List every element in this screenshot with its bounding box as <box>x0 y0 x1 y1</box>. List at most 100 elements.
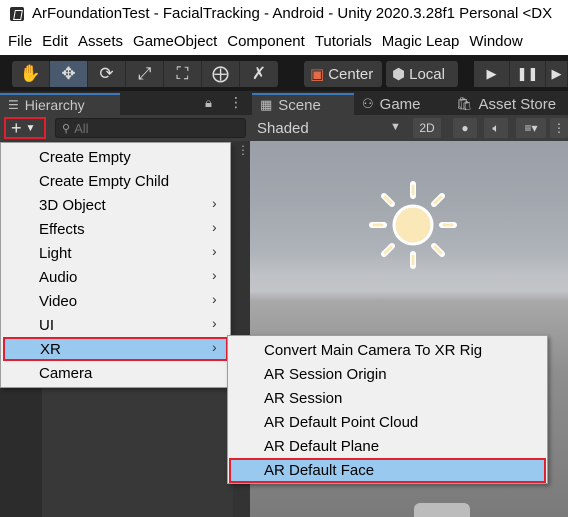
menu-item-label: 3D Object <box>39 196 106 214</box>
chevron-right-icon: › <box>212 243 217 259</box>
scene-object[interactable] <box>414 503 470 517</box>
menu-item-label: AR Session Origin <box>264 365 387 383</box>
menu-item-xr[interactable]: XR › <box>3 337 228 361</box>
menu-tutorials[interactable]: Tutorials <box>315 33 372 50</box>
chevron-right-icon: › <box>212 267 217 283</box>
add-object-button[interactable]: + ▼ <box>4 117 46 139</box>
tab-hierarchy[interactable]: ☰ Hierarchy <box>0 93 120 115</box>
scene-toolbar: Shaded ▼ 2D ● 🔈︎ ≡▾ ⋮ <box>250 115 568 141</box>
effects-icon[interactable]: ≡▾ <box>516 118 546 138</box>
menu-item-effects[interactable]: Effects › <box>2 217 230 241</box>
scene-grid-icon: ▦ <box>260 97 273 112</box>
menu-item-ar-default-point-cloud[interactable]: AR Default Point Cloud <box>229 410 546 434</box>
tab-asset-store[interactable]: 🛍︎ Asset Store <box>448 93 568 115</box>
hierarchy-search-input[interactable]: ⚲ All <box>55 118 246 138</box>
hand-tool-icon[interactable]: ✋ <box>12 61 50 87</box>
menu-gameobject[interactable]: GameObject <box>133 33 217 50</box>
local-space-icon: ⬢ <box>392 66 406 83</box>
window-title: ArFoundationTest - FacialTracking - Andr… <box>32 5 553 22</box>
menu-item-label: Camera <box>39 364 93 382</box>
chevron-right-icon: › <box>212 339 217 355</box>
gamepad-icon: ⚇ <box>362 96 374 111</box>
more-options-icon[interactable]: ⋮ <box>229 94 243 111</box>
menu-item-camera[interactable]: Camera <box>2 361 230 385</box>
menu-item-label: Audio <box>39 268 78 286</box>
menu-item-create-empty-child[interactable]: Create Empty Child <box>2 169 230 193</box>
unity-logo-icon <box>10 6 24 21</box>
scene-more-icon[interactable]: ⋮ <box>550 118 568 138</box>
menu-item-label: Video <box>39 292 78 310</box>
chevron-right-icon: › <box>212 195 217 211</box>
chevron-right-icon: › <box>212 219 217 235</box>
scene-tabbar: ▦ Scene ⚇ Game 🛍︎ Asset Store <box>250 91 568 115</box>
rect-tool-icon[interactable]: ⛶ <box>164 61 202 87</box>
menu-item-create-empty[interactable]: Create Empty <box>2 145 230 169</box>
chevron-right-icon: › <box>212 291 217 307</box>
tab-scene[interactable]: ▦ Scene <box>252 93 354 115</box>
shopping-bag-icon: 🛍︎ <box>456 96 473 111</box>
pivot-space-button[interactable]: ⬢ Local <box>386 61 458 87</box>
menu-item-ar-session-origin[interactable]: AR Session Origin <box>229 362 546 386</box>
create-menu: Create Empty Create Empty Child 3D Objec… <box>0 142 231 388</box>
custom-tool-icon[interactable]: ✗ <box>240 61 278 87</box>
menu-component[interactable]: Component <box>227 33 305 50</box>
scroll-dots-icon: ⋮ <box>237 143 249 157</box>
search-placeholder: All <box>74 120 89 136</box>
mode-2d-button[interactable]: 2D <box>413 118 441 138</box>
menu-magic-leap[interactable]: Magic Leap <box>382 33 460 50</box>
pivot-mode-button[interactable]: ▣ Center <box>304 61 382 87</box>
pivot-space-label: Local <box>409 65 445 83</box>
menu-item-label: AR Default Plane <box>264 437 380 455</box>
scene-tab-label: Scene <box>278 96 321 114</box>
hierarchy-tabbar: ☰ Hierarchy 🔒︎ ⋮ <box>0 91 250 115</box>
move-tool-icon[interactable]: ✥ <box>50 61 88 87</box>
menu-item-label: UI <box>39 316 54 334</box>
play-icon[interactable]: ▶ <box>474 61 510 87</box>
menu-item-video[interactable]: Video › <box>2 289 230 313</box>
game-tab-label: Game <box>379 95 421 113</box>
chevron-down-icon: ▼ <box>25 122 36 134</box>
directional-light-icon[interactable] <box>368 180 458 270</box>
menu-edit[interactable]: Edit <box>42 33 68 50</box>
menu-item-audio[interactable]: Audio › <box>2 265 230 289</box>
hierarchy-indent-area <box>0 380 42 517</box>
pause-icon[interactable]: ❚❚ <box>510 61 546 87</box>
menu-window[interactable]: Window <box>469 33 522 50</box>
menu-item-light[interactable]: Light › <box>2 241 230 265</box>
plus-icon: + <box>11 117 22 138</box>
menu-item-label: AR Default Point Cloud <box>264 413 419 431</box>
chevron-down-icon: ▼ <box>390 121 401 133</box>
menu-item-label: Create Empty Child <box>39 172 170 190</box>
asset-store-tab-label: Asset Store <box>478 95 557 113</box>
menu-item-ar-session[interactable]: AR Session <box>229 386 546 410</box>
menu-item-label: Effects <box>39 220 85 238</box>
menu-item-ui[interactable]: UI › <box>2 313 230 337</box>
menu-item-label: XR <box>40 340 61 358</box>
menu-item-label: AR Session <box>264 389 343 407</box>
scale-tool-icon[interactable]: ⤢ <box>126 61 164 87</box>
menu-item-label: Create Empty <box>39 148 131 166</box>
transform-tool-icon[interactable]: ⨁ <box>202 61 240 87</box>
menu-item-ar-default-face[interactable]: AR Default Face <box>229 458 546 483</box>
main-toolbar: ✋ ✥ ⟳ ⤢ ⛶ ⨁ ✗ ▣ Center ⬢ Local ▶ ❚❚ ▶ <box>0 55 568 91</box>
audio-icon[interactable]: 🔈︎ <box>484 118 508 138</box>
transform-tools: ✋ ✥ ⟳ ⤢ ⛶ ⨁ ✗ <box>12 61 278 87</box>
hierarchy-tab-label: Hierarchy <box>24 97 85 113</box>
lock-icon[interactable]: 🔒︎ <box>205 95 212 111</box>
step-icon[interactable]: ▶ <box>546 61 568 87</box>
title-bar: ArFoundationTest - FacialTracking - Andr… <box>0 0 568 27</box>
rotate-tool-icon[interactable]: ⟳ <box>88 61 126 87</box>
center-pivot-icon: ▣ <box>310 66 325 83</box>
chevron-right-icon: › <box>212 315 217 331</box>
play-controls: ▶ ❚❚ ▶ <box>474 61 568 87</box>
menu-item-convert-main-camera[interactable]: Convert Main Camera To XR Rig <box>229 338 546 362</box>
menu-file[interactable]: File <box>8 33 32 50</box>
hierarchy-toolbar: + ▼ ⚲ All <box>0 115 250 141</box>
menu-bar: File Edit Assets GameObject Component Tu… <box>0 27 568 55</box>
menu-assets[interactable]: Assets <box>78 33 123 50</box>
lightbulb-icon[interactable]: ● <box>453 118 477 138</box>
menu-item-ar-default-plane[interactable]: AR Default Plane <box>229 434 546 458</box>
tab-game[interactable]: ⚇ Game <box>354 93 448 115</box>
menu-item-3d-object[interactable]: 3D Object › <box>2 193 230 217</box>
shading-mode-dropdown[interactable]: Shaded <box>257 120 309 137</box>
